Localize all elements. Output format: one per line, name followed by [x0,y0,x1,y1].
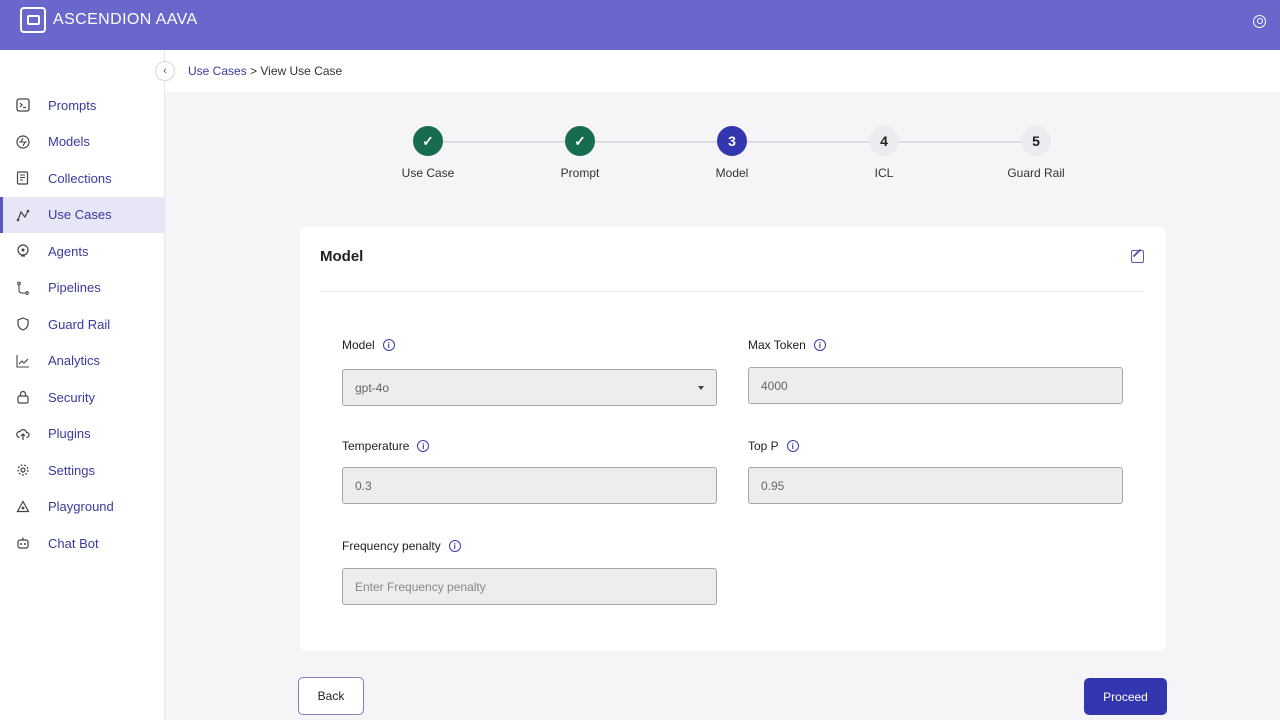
step-label: ICL [874,166,894,180]
sidebar-item-label: Agents [48,243,89,259]
step-guard-rail[interactable]: 5 Guard Rail [976,126,1096,180]
playground-icon [15,499,31,515]
card-title: Model [320,248,364,265]
breadcrumb: Use Cases > View Use Case [188,64,342,78]
sidebar-item-label: Settings [48,462,95,478]
top-bar: ASCENDION AAVA [0,0,1280,50]
sidebar-item-label: Models [48,134,90,150]
sidebar-item-label: Security [48,389,95,405]
sidebar-item-label: Analytics [48,353,101,369]
step-use-case[interactable]: ✓ Use Case [368,126,488,180]
step-label: Use Case [401,166,455,180]
step-label: Model [715,166,749,180]
step-complete-check-icon: ✓ [413,126,443,156]
sidebar-collapse-button[interactable]: ‹ [155,61,175,81]
sidebar-item-analytics[interactable]: Analytics [0,343,165,380]
sidebar-item-chat-bot[interactable]: Chat Bot [0,525,165,562]
sidebar-item-pipelines[interactable]: Pipelines [0,270,165,307]
sidebar-item-label: Guard Rail [48,316,111,332]
max-token-field[interactable]: 4000 [748,367,1123,404]
field-label-text: Temperature [342,439,410,453]
sidebar-nav: Prompts Models Collections Use Cases Age… [0,87,165,562]
sidebar-item-prompts[interactable]: Prompts [0,87,165,124]
pipeline-icon [15,280,31,296]
frequency-penalty-placeholder: Enter Frequency penalty [355,579,486,594]
step-number: 3 [717,126,747,156]
info-icon[interactable]: i [448,540,461,552]
sidebar-item-label: Plugins [48,426,91,442]
max-token-label: Max Token i [748,338,826,352]
breadcrumb-use-cases-link[interactable]: Use Cases [188,64,247,78]
back-button[interactable]: Back [298,677,364,715]
field-label-text: Top P [748,439,779,453]
sidebar-item-use-cases[interactable]: Use Cases [0,196,165,233]
sidebar-item-label: Playground [48,499,114,515]
step-label: Prompt [560,166,600,180]
field-label-text: Model [342,338,375,352]
model-label: Model i [342,338,395,352]
step-complete-check-icon: ✓ [565,126,595,156]
usecase-icon [15,207,31,223]
sidebar-item-label: Collections [48,170,112,186]
step-number: 5 [1021,126,1051,156]
edit-icon[interactable] [1131,250,1144,263]
model-select-value: gpt-4o [355,380,390,395]
app-logo-icon [20,7,46,33]
step-prompt[interactable]: ✓ Prompt [520,126,640,180]
proceed-button[interactable]: Proceed [1084,678,1167,715]
sidebar-item-label: Pipelines [48,280,101,296]
sidebar-item-label: Use Cases [48,207,112,223]
step-label: Guard Rail [1007,166,1065,180]
top-p-value: 0.95 [761,478,785,493]
sidebar-item-models[interactable]: Models [0,124,165,161]
chevron-left-icon: ‹ [163,65,167,77]
field-label-text: Max Token [748,338,806,352]
progress-stepper: ✓ Use Case ✓ Prompt 3 Model 4 ICL 5 Guar… [380,126,1080,196]
card-divider [320,291,1144,292]
step-model[interactable]: 3 Model [672,126,792,180]
bot-icon [15,535,31,551]
info-icon[interactable]: i [417,440,430,452]
info-icon[interactable]: i [382,339,395,351]
breadcrumb-separator: > [246,64,261,78]
shield-icon [15,316,31,332]
temperature-label: Temperature i [342,439,430,453]
sidebar-item-security[interactable]: Security [0,379,165,416]
info-icon[interactable]: i [786,440,799,452]
model-select[interactable]: gpt-4o [342,369,717,406]
frequency-penalty-label: Frequency penalty i [342,539,461,553]
chart-icon [15,353,31,369]
model-card: Model Model i gpt-4o Max Token i 4000 Temp… [300,227,1166,651]
app-title: ASCENDION AAVA [53,11,198,28]
sidebar-item-label: Prompts [48,97,97,113]
sidebar-item-guard-rail[interactable]: Guard Rail [0,306,165,343]
sidebar-item-collections[interactable]: Collections [0,160,165,197]
field-label-text: Frequency penalty [342,539,441,553]
temperature-value: 0.3 [355,478,372,493]
info-icon[interactable]: i [813,339,826,351]
agent-icon [15,243,31,259]
sidebar-item-label: Chat Bot [48,535,99,551]
temperature-field[interactable]: 0.3 [342,467,717,504]
collection-icon [15,170,31,186]
step-number: 4 [869,126,899,156]
model-icon [15,134,31,150]
terminal-icon [15,97,31,113]
sidebar-item-playground[interactable]: Playground [0,489,165,526]
chevron-down-icon [698,386,704,390]
top-p-field[interactable]: 0.95 [748,467,1123,504]
cloud-upload-icon [15,426,31,442]
gear-icon [15,462,31,478]
breadcrumb-current: View Use Case [260,64,343,78]
lock-icon [15,389,31,405]
frequency-penalty-field[interactable]: Enter Frequency penalty [342,568,717,605]
sidebar-item-agents[interactable]: Agents [0,233,165,270]
sidebar-item-settings[interactable]: Settings [0,452,165,489]
max-token-value: 4000 [761,378,788,393]
sidebar: Prompts Models Collections Use Cases Age… [0,50,165,720]
step-icl[interactable]: 4 ICL [824,126,944,180]
sidebar-item-plugins[interactable]: Plugins [0,416,165,453]
user-profile-icon[interactable] [1253,15,1266,28]
top-p-label: Top P i [748,439,799,453]
